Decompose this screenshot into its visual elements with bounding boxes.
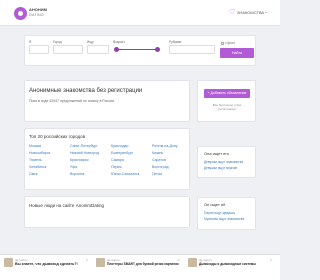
- city-link[interactable]: Краснодар: [111, 144, 128, 148]
- city-link[interactable]: Омск: [29, 172, 37, 176]
- city-link[interactable]: Воронеж: [70, 172, 84, 176]
- side-link[interactable]: Девушки ищут мужчин: [204, 166, 237, 170]
- seek-label: Ищу: [87, 40, 94, 44]
- i-select[interactable]: [29, 45, 49, 54]
- ad-text: Плоттеры SMART для буквой резки картинки: [107, 262, 179, 266]
- rubric-select[interactable]: [169, 45, 215, 54]
- page-title: Анонимные знакомства без регистрации: [29, 88, 143, 94]
- add-ad-note: Все бесплатно и без регистрации: [212, 103, 242, 111]
- age-label: Возраст: [113, 40, 125, 44]
- city-link[interactable]: Самара: [111, 158, 124, 162]
- he-seeks-her-card: Он ищет её Парни ищут девушку Мужчины ищ…: [197, 197, 256, 230]
- search-button[interactable]: Найти: [220, 48, 254, 58]
- brand-name[interactable]: АНОНИМ DATING: [29, 7, 47, 17]
- city-label: Город: [53, 40, 62, 44]
- page-subtitle: Пока в ходе 42947 предложений по поиску …: [29, 99, 114, 103]
- ad-item[interactable]: dg-realt.ru Дымоходы и дымоходные систем…: [188, 258, 272, 278]
- top-header: АНОНИМ DATING ♡ ЗНАКОМСТВА ⌄: [0, 0, 280, 26]
- rubric-label: Рубрики: [169, 40, 182, 44]
- city-link[interactable]: Казань: [152, 151, 163, 155]
- top-cities-title: Топ 20 российских городов: [29, 134, 86, 139]
- intro-card: Анонимные знакомства без регистрации Пок…: [24, 80, 190, 122]
- with-photo-label: с фото: [225, 41, 236, 45]
- ad-thumbnail: [188, 258, 197, 267]
- she-seeks-him-title: Она ищет его: [204, 151, 229, 156]
- city-link[interactable]: Волгоград: [152, 165, 169, 169]
- side-link[interactable]: Мужчины ищут знакомства: [204, 217, 244, 221]
- city-link[interactable]: Уфа: [70, 165, 77, 169]
- logo-icon[interactable]: [14, 7, 27, 20]
- she-seeks-him-card: Она ищет его Девушки ищут знакомства Дев…: [197, 146, 256, 178]
- heart-icon: ♡: [229, 9, 236, 16]
- city-link[interactable]: Красноярск: [70, 158, 89, 162]
- age-slider-track[interactable]: [116, 49, 159, 50]
- checkbox-icon: [221, 41, 224, 45]
- city-link[interactable]: Тюмень: [29, 158, 42, 162]
- city-link[interactable]: Саратов: [152, 158, 166, 162]
- ad-item[interactable]: dg-realt.ru Вы знаете, что дымоход сдела…: [4, 258, 88, 278]
- ad-thumbnail: [96, 258, 105, 267]
- city-link[interactable]: Южно-Сахалинск: [111, 172, 139, 176]
- ad-item[interactable]: dg-realt.ru Плоттеры SMART для буквой ре…: [96, 258, 180, 278]
- top-cities-card: Топ 20 российских городов Москва Новосиб…: [24, 128, 190, 190]
- nav-dating-link[interactable]: ЗНАКОМСТВА: [237, 10, 264, 15]
- age-max-handle[interactable]: [155, 47, 160, 52]
- age-min-handle[interactable]: [114, 47, 119, 52]
- city-link[interactable]: Нижний Новгород: [70, 151, 99, 155]
- city-select[interactable]: [53, 45, 83, 54]
- city-link[interactable]: Ростов-на-Дону: [152, 144, 178, 148]
- seek-select[interactable]: [87, 45, 109, 54]
- close-icon[interactable]: ✕: [177, 258, 180, 262]
- i-label: Я: [29, 40, 32, 44]
- chevron-down-icon[interactable]: ⌄: [264, 9, 268, 15]
- with-photo-checkbox[interactable]: с фото: [221, 41, 235, 45]
- city-link[interactable]: Москва: [29, 144, 41, 148]
- city-link[interactable]: Пермь: [111, 165, 122, 169]
- ad-text: Дымоходы и дымоходные системы: [199, 262, 256, 266]
- add-ad-button[interactable]: + Добавить объявление: [204, 89, 250, 98]
- city-link[interactable]: Новосибирск: [29, 151, 50, 155]
- brand-line-2: DATING: [29, 12, 44, 17]
- newest-people-title: Новые люди на сайте AnonimDating: [29, 203, 104, 208]
- ad-text: Вы знаете, что дымоход сделать?!: [15, 262, 78, 266]
- city-link[interactable]: Челябинск: [29, 165, 46, 169]
- add-ad-card: + Добавить объявление Все бесплатно и бе…: [197, 80, 256, 122]
- search-filter: Я Город Ищу Возраст Рубрики с фото Найти: [24, 35, 256, 66]
- city-link[interactable]: Санкт-Петербург: [70, 144, 97, 148]
- ad-strip: dg-realt.ru Вы знаете, что дымоход сдела…: [0, 254, 280, 280]
- side-link[interactable]: Девушки ищут знакомства: [204, 160, 243, 164]
- city-link[interactable]: Пенза: [152, 172, 162, 176]
- ad-thumbnail: [4, 258, 13, 267]
- side-link[interactable]: Парни ищут девушку: [204, 211, 235, 215]
- city-link[interactable]: Екатеринбург: [111, 151, 133, 155]
- close-icon[interactable]: ✕: [85, 258, 88, 262]
- newest-people-card: Новые люди на сайте AnonimDating: [24, 196, 190, 228]
- he-seeks-her-title: Он ищет её: [204, 202, 226, 207]
- close-icon[interactable]: ✕: [269, 258, 272, 262]
